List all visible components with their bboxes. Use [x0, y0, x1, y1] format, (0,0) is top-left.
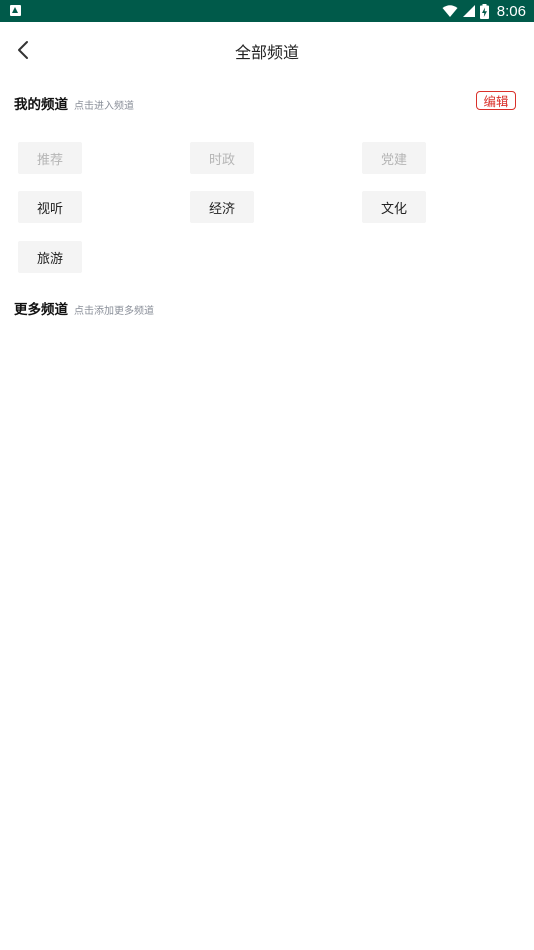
- channel-chip-video[interactable]: 视听: [18, 191, 82, 223]
- wifi-icon: [442, 4, 458, 17]
- more-channels-title: 更多频道: [14, 302, 68, 318]
- channel-chip-recommend[interactable]: 推荐: [18, 142, 82, 174]
- more-channels-hint: 点击添加更多频道: [74, 306, 154, 317]
- app-notification-icon: [10, 5, 21, 16]
- channel-chip-politics[interactable]: 时政: [190, 142, 254, 174]
- signal-icon: [462, 4, 475, 17]
- battery-charging-icon: [479, 3, 489, 19]
- status-icons: 8:06: [442, 0, 526, 22]
- my-channels-hint: 点击进入频道: [74, 101, 134, 112]
- more-channels-header: 更多频道 点击添加更多频道: [14, 298, 154, 318]
- my-channels-title: 我的频道: [14, 97, 68, 113]
- edit-button[interactable]: 编辑: [476, 91, 516, 110]
- channel-chip-party[interactable]: 党建: [362, 142, 426, 174]
- page-title: 全部频道: [234, 43, 299, 62]
- status-bar: 8:06: [0, 0, 534, 22]
- status-time: 8:06: [496, 2, 526, 20]
- channel-chip-culture[interactable]: 文化: [362, 191, 426, 223]
- header: 全部频道: [0, 22, 534, 78]
- channel-chip-economy[interactable]: 经济: [190, 191, 254, 223]
- my-channels-header: 我的频道 点击进入频道: [14, 93, 134, 113]
- channel-chip-travel[interactable]: 旅游: [18, 241, 82, 273]
